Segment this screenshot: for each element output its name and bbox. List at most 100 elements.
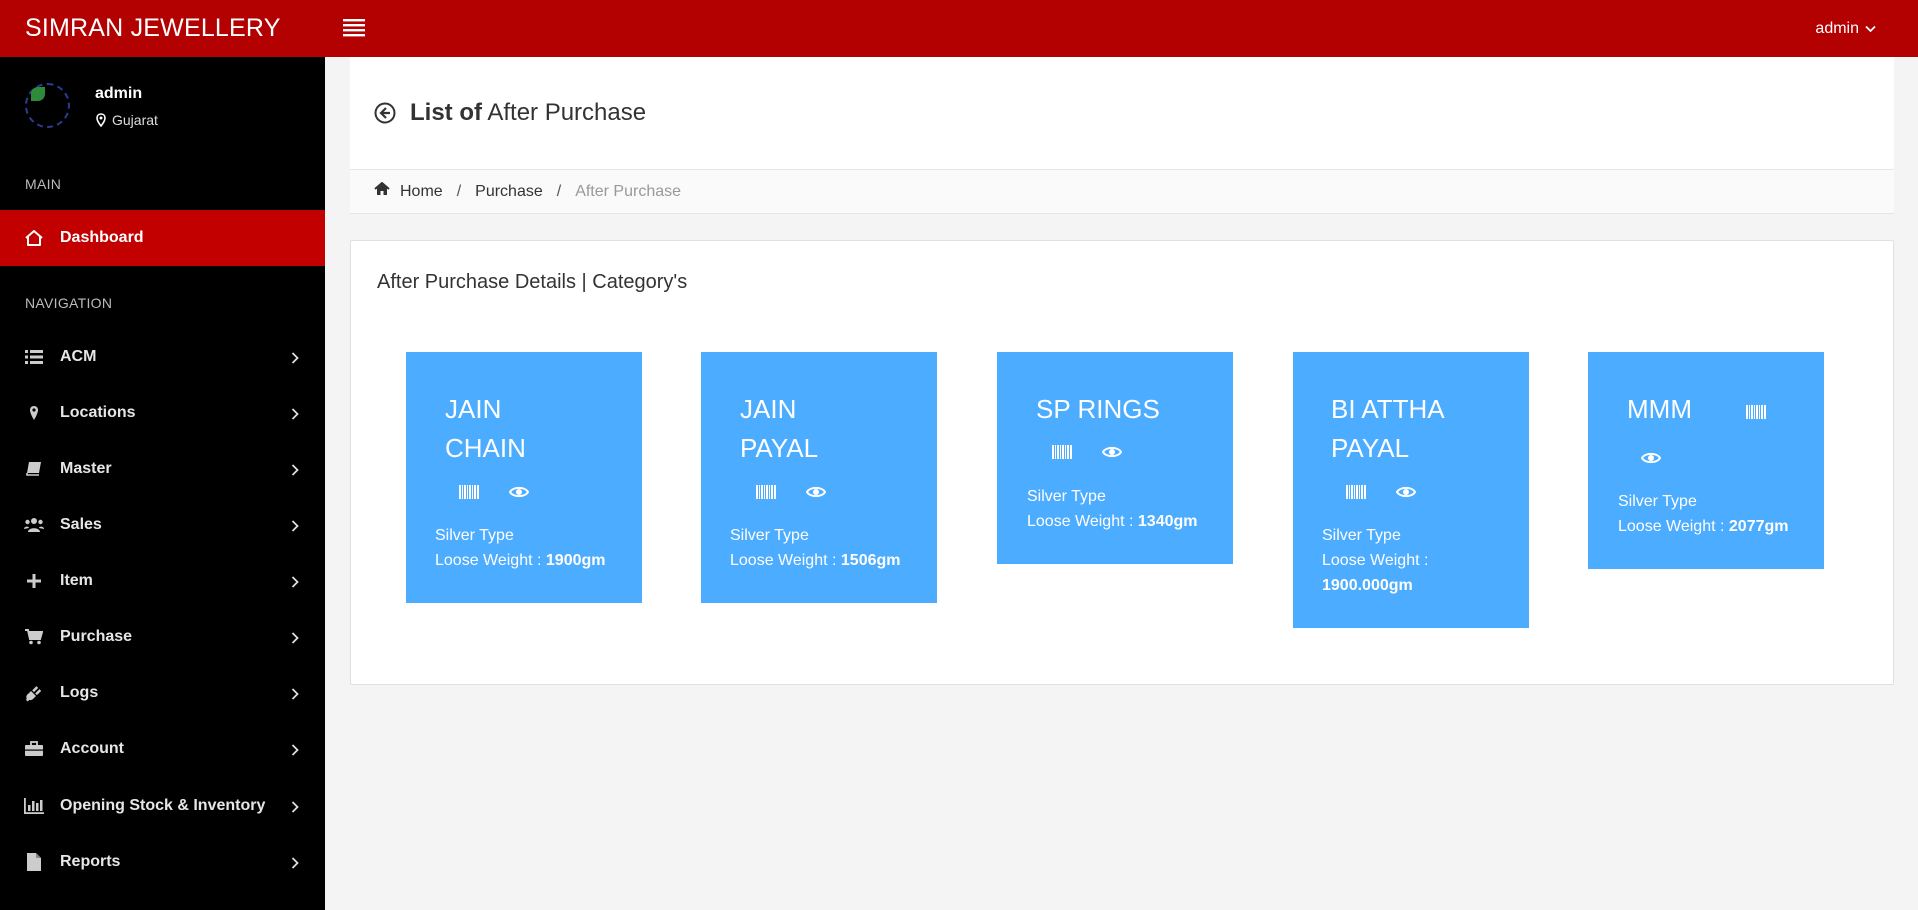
avatar-image-icon [31,87,45,101]
eye-icon[interactable] [806,485,826,499]
sidebar-item-reports[interactable]: Reports [0,834,325,890]
sidebar-item-label: Sales [60,516,102,533]
card-actions [1052,445,1122,459]
user-dropdown[interactable]: admin [1815,0,1876,57]
breadcrumb-purchase-link[interactable]: Purchase [475,183,543,201]
category-name-line: SP RINGS [1036,394,1160,424]
list-icon [24,347,44,367]
page-title: List of After Purchase [410,99,646,127]
plus-icon [24,571,44,591]
weight-value: 1900gm [545,552,606,569]
loose-weight: Loose Weight : 1900gm [435,548,605,573]
barcode-icon[interactable] [1346,485,1366,499]
sidebar-item-dashboard[interactable]: Dashboard [0,210,325,266]
weight-value: 1506gm [840,552,901,569]
category-name: SP RINGS [1036,390,1160,429]
card-info: Silver Type Loose Weight : 1506gm [730,523,900,573]
chevron-right-icon [291,519,299,537]
chevron-right-icon [291,463,299,481]
weight-value: 1340gm [1137,513,1198,530]
sidebar-item-opening-stock[interactable]: Opening Stock & Inventory [0,778,325,834]
category-card[interactable]: JAIN PAYAL Silver Type Loose Weight : 15… [701,352,937,603]
chevron-right-icon [291,687,299,705]
book-icon [24,459,44,479]
material-type: Silver Type [1322,527,1401,544]
avatar[interactable] [25,83,70,128]
sidebar-item-label: Master [60,460,112,477]
card-info: Silver Type Loose Weight : 1900gm [435,523,605,573]
loose-weight: Loose Weight : 2077gm [1618,514,1788,539]
sidebar-item-master[interactable]: Master [0,441,325,497]
sidebar-item-label: Locations [60,404,136,421]
breadcrumb-separator: / [456,182,462,200]
section-label-main: MAIN [25,176,62,192]
page-title-prefix: List of [410,99,482,126]
eye-icon[interactable] [1102,445,1122,459]
sidebar-item-locations[interactable]: Locations [0,385,325,441]
category-name: JAIN PAYAL [740,390,818,468]
weight-label: Loose Weight : [435,552,542,569]
category-card[interactable]: MMM Silver Type Loose Weight : 2077gm [1588,352,1824,569]
sidebar-item-account[interactable]: Account [0,721,325,777]
category-card[interactable]: JAIN CHAIN Silver Type Loose Weight : 19… [406,352,642,603]
barcode-icon[interactable] [459,485,479,499]
weight-value: 1900.000gm [1322,577,1413,594]
sidebar-item-logs[interactable]: Logs [0,665,325,721]
breadcrumb-home-link[interactable]: Home [400,183,443,201]
chevron-right-icon [291,407,299,425]
chevron-right-icon [291,351,299,369]
sidebar-item-label: Opening Stock & Inventory [60,797,266,814]
barcode-icon[interactable] [756,485,776,499]
weight-label: Loose Weight : [1027,513,1134,530]
category-card[interactable]: SP RINGS Silver Type Loose Weight : 1340… [997,352,1233,564]
home-icon [374,181,390,201]
material-type: Silver Type [730,527,809,544]
material-type: Silver Type [435,527,514,544]
plug-icon [24,683,44,703]
eye-icon[interactable] [509,485,529,499]
sidebar-item-label: ACM [60,348,97,365]
back-arrow-icon[interactable] [374,102,396,129]
sidebar-item-sales[interactable]: Sales [0,497,325,553]
sidebar-item-item[interactable]: Item [0,553,325,609]
breadcrumb-current: After Purchase [575,182,682,200]
sidebar-item-label: Reports [60,853,121,870]
sidebar: admin Gujarat MAIN Dashboard NAVIGATION … [0,57,325,910]
eye-icon[interactable] [1396,485,1416,499]
map-marker-icon [24,403,44,423]
sidebar-item-purchase[interactable]: Purchase [0,609,325,665]
weight-label: Loose Weight : [730,552,837,569]
category-name: MMM [1627,390,1692,429]
card-actions [756,485,826,499]
material-type: Silver Type [1027,488,1106,505]
brand-logo-text[interactable]: SIMRAN JEWELLERY [25,0,281,57]
hamburger-menu-icon[interactable] [343,18,365,38]
card-info: Silver Type Loose Weight : 1900.000gm [1322,523,1512,598]
category-name-line: JAIN [445,394,502,424]
users-icon [24,515,44,535]
sidebar-item-label: Item [60,572,93,589]
breadcrumb-separator: / [556,182,562,200]
home-icon [24,228,44,248]
loose-weight: Loose Weight : 1340gm [1027,509,1197,534]
eye-icon[interactable] [1641,451,1661,465]
card-actions [459,485,529,499]
map-marker-icon [96,113,106,130]
sidebar-item-label: Logs [60,684,99,701]
briefcase-icon [24,739,44,759]
barcode-icon[interactable] [1052,445,1072,459]
chevron-right-icon [291,743,299,761]
category-card[interactable]: BI ATTHA PAYAL Silver Type Loose Weight … [1293,352,1529,628]
barcode-icon[interactable] [1746,405,1766,419]
category-name-line: CHAIN [445,433,526,463]
category-name-line: JAIN [740,394,797,424]
file-icon [24,852,44,872]
chevron-right-icon [291,631,299,649]
sidebar-item-label: Account [60,740,124,757]
category-name-line: PAYAL [1331,433,1410,463]
page-header: List of After Purchase [350,57,1894,169]
breadcrumb: Home / Purchase / After Purchase [350,169,1894,214]
bar-chart-icon [24,796,44,816]
sidebar-item-acm[interactable]: ACM [0,329,325,385]
chevron-right-icon [291,575,299,593]
